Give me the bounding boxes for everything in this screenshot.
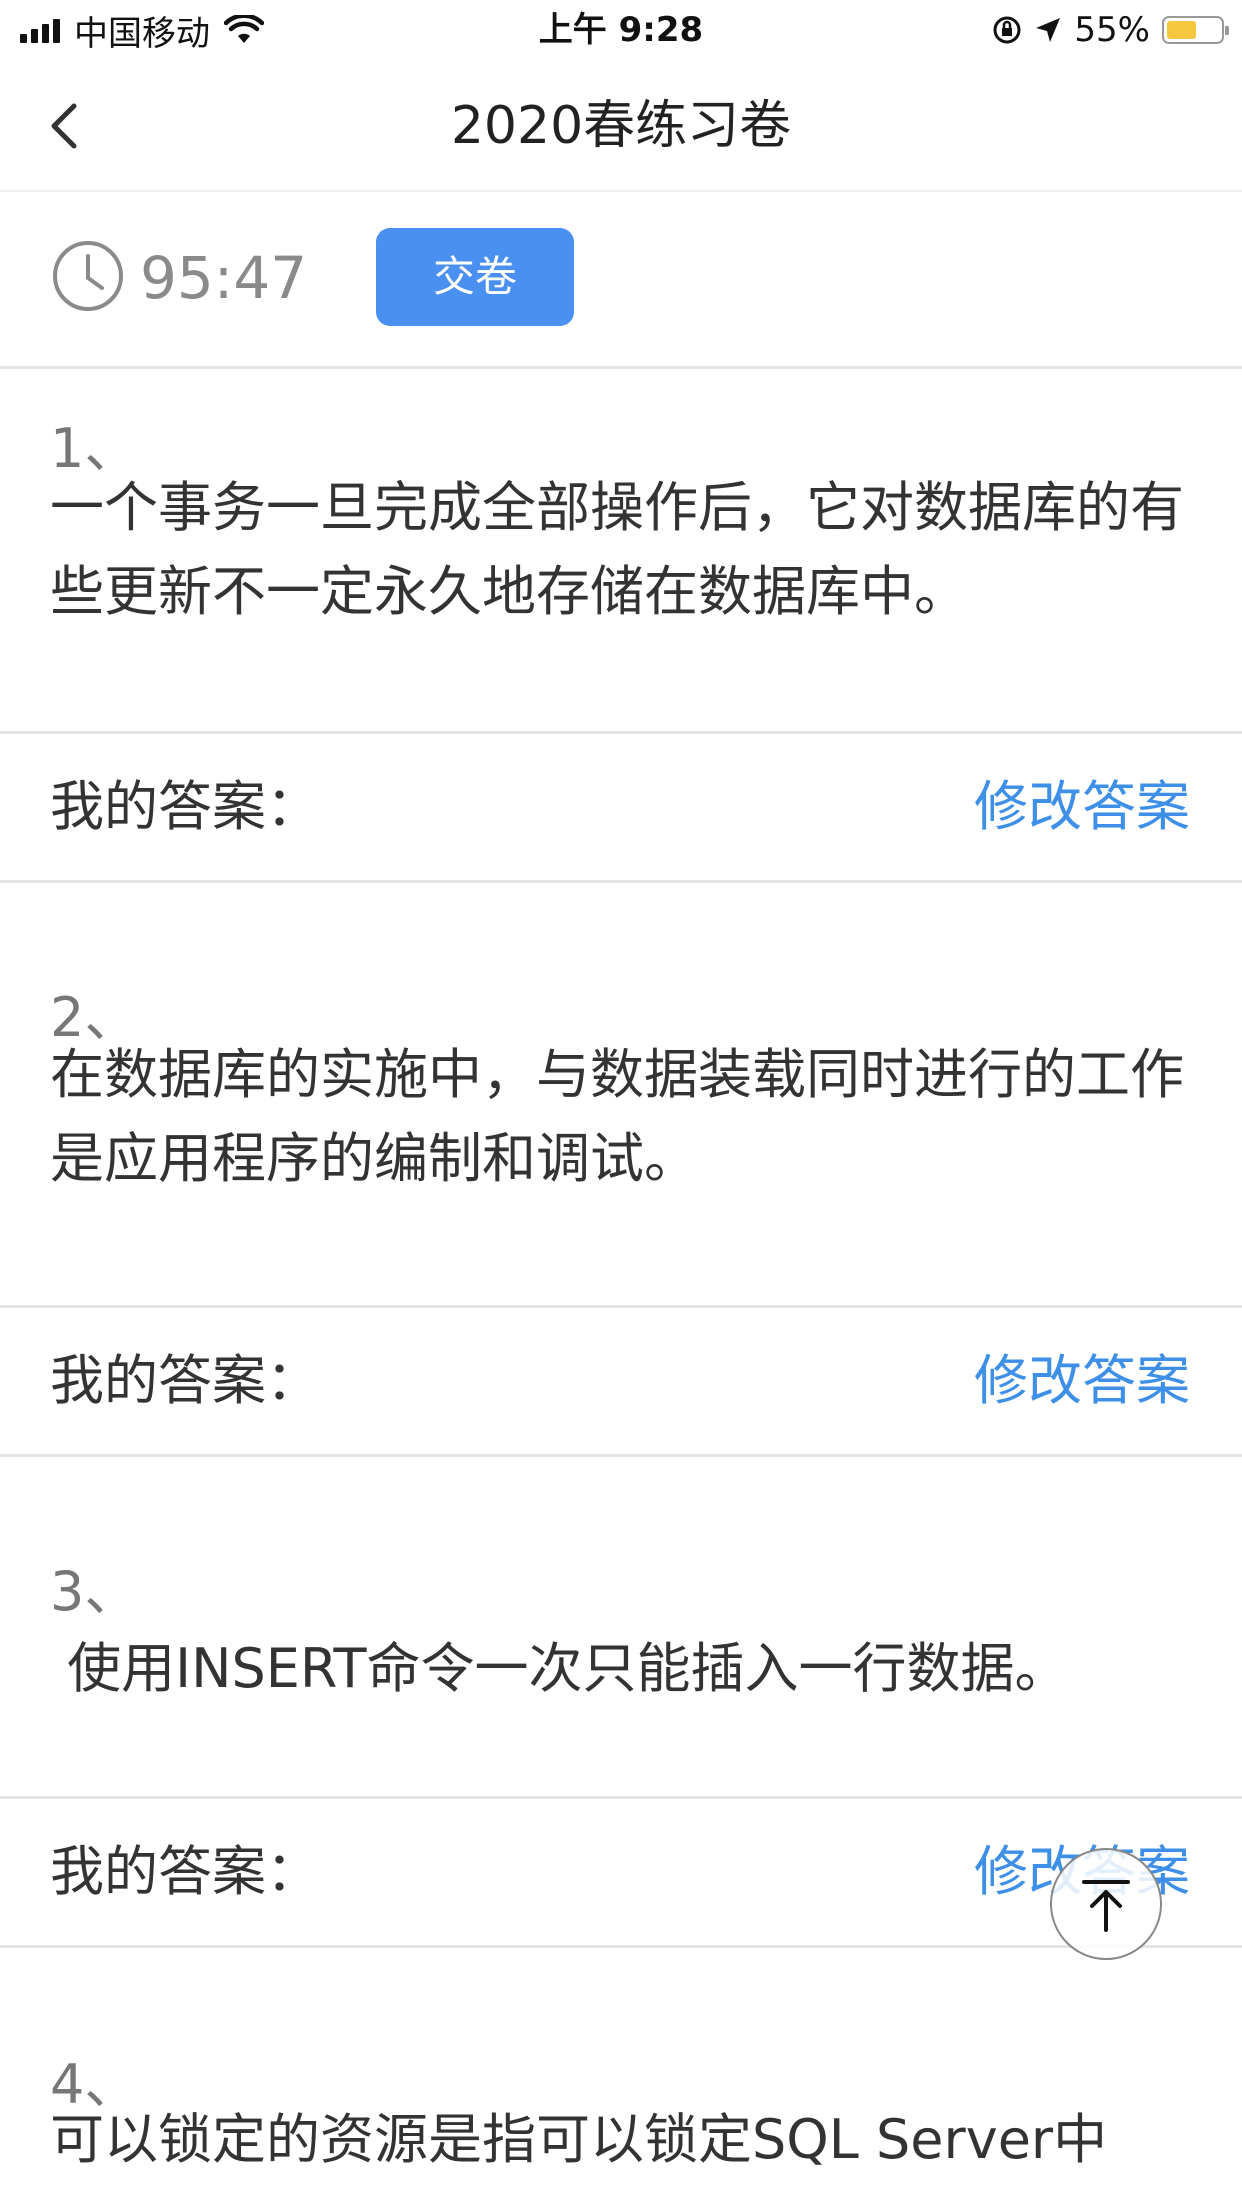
my-answer-label: 我的答案：	[50, 1349, 320, 1412]
submit-exam-button[interactable]: 交卷	[376, 228, 574, 326]
page-title: 2020春练习卷	[450, 96, 792, 156]
my-answer-label: 我的答案：	[50, 1840, 320, 1903]
nav-bar: 2020春练习卷	[0, 62, 1242, 192]
edit-answer-link[interactable]: 修改答案	[974, 1308, 1190, 1454]
edit-answer-link[interactable]: 修改答案	[974, 734, 1190, 880]
countdown-timer: 95:47	[140, 244, 308, 312]
location-icon	[1036, 18, 1061, 42]
clock-icon	[53, 241, 123, 311]
question-text: 一个事务一旦完成全部操作后，它对数据库的有些更新不一定永久地存储在数据库中。	[50, 476, 1184, 623]
question-4: 4、 可以锁定的资源是指可以锁定SQL Server中	[0, 1948, 1242, 2208]
question-text: 在数据库的实施中，与数据装载同时进行的工作是应用程序的编制和调试。	[50, 1043, 1184, 1190]
question-text: 使用INSERT命令一次只能插入一行数据。	[50, 1637, 1069, 1700]
answer-row-1: 我的答案： 修改答案	[0, 731, 1242, 883]
battery-icon	[1162, 16, 1229, 44]
timer-bar: 95:47 交卷	[0, 190, 1242, 369]
arrow-up-to-top-icon	[1082, 1880, 1130, 1932]
question-number: 3、	[50, 1560, 139, 1623]
my-answer-label: 我的答案：	[50, 775, 320, 838]
battery-percent: 55%	[1074, 10, 1150, 50]
answer-row-2: 我的答案： 修改答案	[0, 1305, 1242, 1457]
scroll-to-top-button[interactable]	[1050, 1848, 1162, 1960]
question-text: 可以锁定的资源是指可以锁定SQL Server中	[50, 2108, 1108, 2171]
orientation-lock-icon	[993, 16, 1021, 44]
status-bar: 中国移动 上午 9:28 55%	[0, 0, 1242, 62]
